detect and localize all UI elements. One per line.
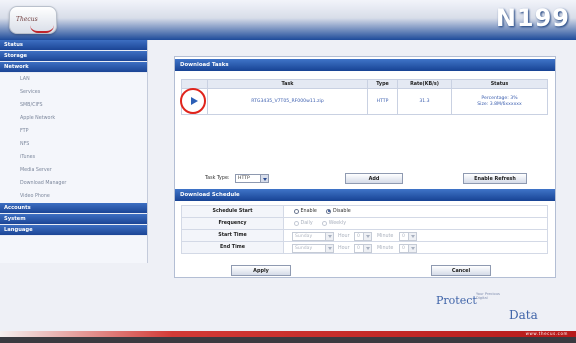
task-type-label: Task Type: (205, 176, 230, 181)
task-status: Percentage: 3% Size: 3.8M/6xxxxxx (451, 88, 548, 115)
end-time-controls: Sunday Hour 0 Minute 0 (283, 241, 548, 254)
cancel-button[interactable]: Cancel (431, 265, 491, 276)
end-day-value: Sunday (295, 245, 313, 251)
sidebar-item-apple-network[interactable]: Apple Network (0, 112, 147, 125)
end-hour-label: Hour (338, 245, 350, 251)
chevron-down-icon (408, 244, 416, 252)
schedule-start-row: Schedule Start Enable Disable (181, 205, 548, 218)
chevron-down-icon (260, 175, 268, 182)
tagline-line-2: Digital (476, 296, 488, 300)
table-row[interactable]: RTG3435_V7T05_RF000w11.zip HTTP 31.3 Per… (181, 88, 548, 115)
column-header-status: Status (451, 79, 548, 89)
weekly-label: Weekly (328, 220, 347, 226)
sidebar-item-lan[interactable]: LAN (0, 73, 147, 86)
footer-area (0, 280, 576, 332)
logo-text: Thecus (16, 16, 38, 23)
thecus-logo[interactable]: Thecus (9, 6, 57, 34)
sidebar-section-language[interactable]: Language (0, 225, 147, 236)
protect-word: Protect (436, 294, 477, 307)
schedule-start-options: Enable Disable (283, 205, 548, 218)
column-header-type: Type (367, 79, 398, 89)
end-time-row: End Time Sunday Hour 0 Minute 0 (181, 241, 548, 254)
download-tasks-table: Task Type Rate(KB/s) Status RTG3435_V7T0… (181, 79, 548, 115)
start-day-value: Sunday (295, 233, 313, 239)
start-hour-select[interactable]: 0 (354, 231, 372, 241)
sidebar-section-accounts[interactable]: Accounts (0, 203, 147, 214)
sidebar-item-nfs[interactable]: NFS (0, 138, 147, 151)
data-word: Data (509, 308, 538, 322)
column-header-task: Task (207, 79, 368, 89)
task-type-value: HTTP (238, 176, 250, 181)
enable-label: Enable (300, 208, 317, 214)
sidebar-item-video-phone[interactable]: Video Phone (0, 190, 147, 203)
task-type-select[interactable]: HTTP (235, 174, 269, 183)
model-name: N199 (495, 4, 570, 32)
task-rate: 31.3 (397, 88, 452, 115)
sidebar-item-media-server[interactable]: Media Server (0, 164, 147, 177)
sidebar-section-status[interactable]: Status (0, 40, 147, 51)
start-time-controls: Sunday Hour 0 Minute 0 (283, 229, 548, 242)
start-minute-value: 0 (402, 233, 405, 239)
enable-refresh-button[interactable]: Enable Refresh (463, 173, 527, 184)
chevron-down-icon (325, 232, 333, 240)
main-panel: Download Tasks Task Type Rate(KB/s) Stat… (174, 56, 556, 278)
chevron-down-icon (408, 232, 416, 240)
header-bar: Thecus N199 (0, 0, 576, 40)
daily-radio[interactable] (294, 220, 299, 226)
sidebar-nav: Status Storage Network LAN Services SMB/CIFS A… (0, 40, 148, 263)
frequency-row: Frequency Daily Weekly (181, 217, 548, 230)
end-hour-value: 0 (357, 245, 360, 251)
logo-swoosh (30, 25, 54, 33)
sidebar-item-itunes[interactable]: iTunes (0, 151, 147, 164)
schedule-start-label: Schedule Start (181, 205, 284, 218)
tagline: Your Precious Digital (476, 292, 500, 300)
add-button[interactable]: Add (345, 173, 403, 184)
start-time-label: Start Time (181, 229, 284, 242)
download-schedule-header: Download Schedule (175, 189, 555, 201)
end-hour-select[interactable]: 0 (354, 243, 372, 253)
sidebar-section-storage[interactable]: Storage (0, 51, 147, 62)
status-size: Size: 3.8M/6xxxxxx (477, 101, 522, 107)
footer-dark-strip (0, 337, 576, 343)
start-time-row: Start Time Sunday Hour 0 Minute 0 (181, 229, 548, 242)
schedule-table: Schedule Start Enable Disable Frequency … (181, 205, 548, 254)
sidebar-item-smb-cifs[interactable]: SMB/CIFS (0, 99, 147, 112)
sidebar-section-network[interactable]: Network (0, 62, 147, 73)
end-minute-value: 0 (402, 245, 405, 251)
sidebar-item-services[interactable]: Services (0, 86, 147, 99)
apply-button[interactable]: Apply (231, 265, 291, 276)
table-header-row: Task Type Rate(KB/s) Status (181, 79, 548, 89)
task-type-row: Task Type: HTTP Add Enable Refresh (175, 173, 555, 187)
disable-radio[interactable] (326, 208, 332, 214)
column-header-rate: Rate(KB/s) (397, 79, 452, 89)
sidebar-section-system[interactable]: System (0, 214, 147, 225)
start-minute-select[interactable]: 0 (399, 231, 417, 241)
end-time-label: End Time (181, 241, 284, 254)
end-minute-label: Minute (377, 245, 394, 251)
end-day-select[interactable]: Sunday (292, 243, 334, 253)
task-name: RTG3435_V7T05_RF000w11.zip (207, 88, 368, 115)
start-hour-label: Hour (338, 233, 350, 239)
disable-label: Disable (332, 208, 351, 214)
end-minute-select[interactable]: 0 (399, 243, 417, 253)
task-type: HTTP (367, 88, 398, 115)
chevron-down-icon (363, 232, 371, 240)
frequency-label: Frequency (181, 217, 284, 230)
start-hour-value: 0 (357, 233, 360, 239)
daily-label: Daily (300, 220, 313, 226)
chevron-down-icon (325, 244, 333, 252)
download-tasks-header: Download Tasks (175, 59, 555, 71)
chevron-down-icon (363, 244, 371, 252)
start-minute-label: Minute (377, 233, 394, 239)
frequency-options: Daily Weekly (283, 217, 548, 230)
sidebar-item-download-manager[interactable]: Download Manager (0, 177, 147, 190)
start-day-select[interactable]: Sunday (292, 231, 334, 241)
sidebar-item-ftp[interactable]: FTP (0, 125, 147, 138)
enable-radio[interactable] (294, 208, 299, 214)
weekly-radio[interactable] (322, 220, 328, 226)
highlight-circle (180, 88, 206, 114)
